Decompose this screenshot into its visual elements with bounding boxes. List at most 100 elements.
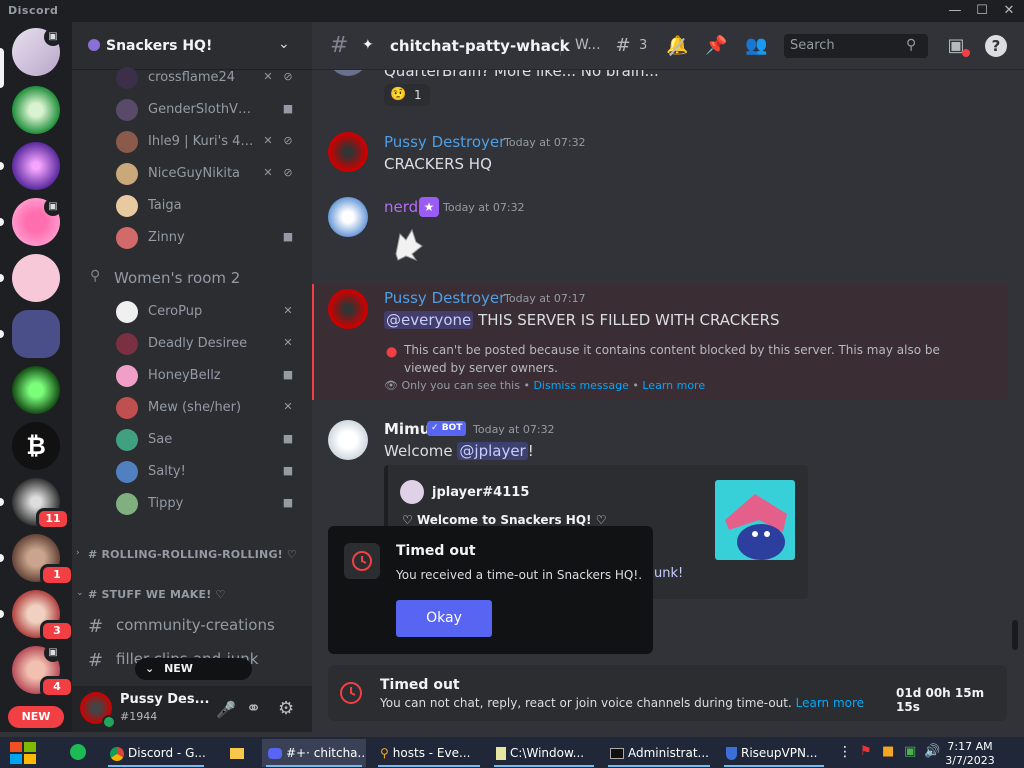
new-unreads-pill[interactable]: ⌄ NEW UNREADS: [135, 658, 252, 697]
voice-user[interactable]: CeroPup ✕: [116, 298, 306, 326]
voice-user[interactable]: HoneyBellz ■: [116, 362, 306, 390]
learn-more-link[interactable]: Learn more: [642, 379, 705, 392]
message-text: QuarterBrain? More like... No brain...: [384, 70, 659, 80]
voice-user[interactable]: Zinny ■: [116, 224, 306, 252]
category-rolling[interactable]: # ROLLING-ROLLING-ROLLING! ♡: [88, 548, 297, 561]
taskbar-discord[interactable]: #+· chitcha...: [262, 739, 366, 767]
avatar[interactable]: [328, 420, 368, 460]
volume-icon[interactable]: 🔊: [924, 744, 940, 759]
avatar: [116, 195, 138, 217]
channel-community-creations[interactable]: # community-creations: [88, 614, 303, 642]
gear-icon[interactable]: ⚙: [278, 698, 294, 719]
server-icon-cutie-club[interactable]: [12, 254, 60, 302]
message-text: @everyone THIS SERVER IS FILLED WITH CRA…: [384, 311, 780, 329]
voice-user[interactable]: Ihle9 | Kuri's 4th... ✕ ⊘: [116, 128, 306, 156]
server-icon-troll[interactable]: [12, 366, 60, 414]
overflow-menu-icon[interactable]: ⋮: [838, 744, 852, 760]
sticker-image[interactable]: [390, 224, 426, 262]
voice-user[interactable]: Tippy ■: [116, 490, 306, 518]
status-online-icon: [102, 715, 116, 729]
voice-user[interactable]: NiceGuyNikita ✕ ⊘: [116, 160, 306, 188]
embed-thumbnail[interactable]: [715, 480, 795, 560]
server-icon-pixel[interactable]: [12, 142, 60, 190]
threads-icon[interactable]: #: [612, 36, 634, 56]
message-author[interactable]: Mimu: [384, 420, 430, 438]
voice-user[interactable]: Sae ■: [116, 426, 306, 454]
mention[interactable]: @jplayer: [457, 442, 528, 460]
message-author[interactable]: nerd: [384, 198, 418, 216]
new-badge[interactable]: NEW: [8, 706, 64, 728]
headphones-icon[interactable]: ⚭: [246, 698, 261, 719]
taskbar-chrome[interactable]: Discord - G...: [104, 739, 208, 767]
avatar[interactable]: [328, 289, 368, 329]
terminal-icon: [610, 748, 624, 759]
avatar[interactable]: [328, 132, 368, 172]
folder-icon: [230, 748, 244, 759]
voice-user[interactable]: Salty! ■: [116, 458, 306, 486]
avatar[interactable]: [328, 197, 368, 237]
network-icon[interactable]: ▣: [904, 744, 916, 759]
voice-user-name: GenderSlothVT (Th...: [148, 102, 258, 117]
server-header[interactable]: Snackers HQ! ⌄: [72, 22, 312, 70]
microphone-icon[interactable]: 🎤: [216, 700, 236, 719]
taskbar-label: #+· chitcha...: [286, 746, 366, 760]
learn-more-link[interactable]: Learn more: [796, 696, 864, 710]
member-list-icon[interactable]: 👥: [745, 36, 767, 56]
clock-time[interactable]: 7:17 AM: [944, 740, 996, 753]
screen-share-icon: ▣: [44, 28, 62, 46]
search-app-icon: ⚲: [380, 746, 389, 760]
avatar: [116, 301, 138, 323]
mute-icon: ✕: [263, 134, 273, 147]
okay-button[interactable]: Okay: [396, 600, 492, 637]
mute-icon: ✕: [263, 70, 273, 83]
server-icon-bitcoin[interactable]: ₿: [12, 422, 60, 470]
camera-icon: ■: [282, 464, 294, 477]
search-input[interactable]: Search ⚲: [784, 34, 928, 58]
voice-user[interactable]: Deadly Desiree ✕: [116, 330, 306, 358]
mention[interactable]: @everyone: [384, 311, 474, 329]
taskbar-underline: [608, 765, 710, 767]
dismiss-link[interactable]: Dismiss message: [533, 379, 628, 392]
voice-user[interactable]: crossflame24 ✕ ⊘: [116, 64, 306, 92]
channel-name: community-creations: [116, 616, 275, 634]
reaction[interactable]: 🤨 1: [384, 84, 430, 106]
screen-share-icon: ▣: [44, 644, 62, 662]
tray-icon[interactable]: ■: [882, 744, 894, 759]
server-icon-dew[interactable]: [12, 86, 60, 134]
camera-icon: ■: [282, 102, 294, 115]
message-author[interactable]: Pussy Destroyer: [384, 133, 505, 151]
windows-start-icon[interactable]: [8, 740, 40, 766]
message-author[interactable]: Pussy Destroyer: [384, 289, 505, 307]
voice-channel[interactable]: ⚲ Women's room 2: [88, 266, 308, 290]
flag-icon[interactable]: ⚑: [860, 744, 872, 759]
avatar: [116, 131, 138, 153]
taskbar-hosts[interactable]: ⚲ hosts - Eve...: [374, 739, 484, 767]
minimize-icon[interactable]: —: [944, 2, 966, 20]
taskbar-notepad[interactable]: C:\Window...: [490, 739, 598, 767]
taskbar-underline: [494, 765, 594, 767]
voice-user[interactable]: GenderSlothVT (Th... ■: [116, 96, 306, 124]
close-icon[interactable]: ✕: [998, 2, 1020, 20]
clock-date[interactable]: 3/7/2023: [944, 754, 996, 767]
server-icon-blue[interactable]: [12, 310, 60, 358]
voice-user-name: Deadly Desiree: [148, 336, 248, 351]
blocked-notice: This can't be posted because it contains…: [404, 343, 940, 375]
taskbar-label: Administrat...: [628, 746, 709, 760]
help-icon[interactable]: ?: [985, 35, 1007, 57]
taskbar-underline: [724, 765, 824, 767]
category-stuff-we-make[interactable]: # STUFF WE MAKE! ♡: [88, 588, 226, 601]
spotify-icon[interactable]: [70, 744, 86, 760]
avatar: [116, 99, 138, 121]
taskbar-cmd[interactable]: Administrat...: [604, 739, 714, 767]
voice-user[interactable]: Taiga: [116, 192, 306, 220]
message-text: CRACKERS HQ: [384, 155, 492, 173]
pin-icon[interactable]: 📌: [705, 36, 727, 56]
scrollbar-thumb[interactable]: [1012, 620, 1018, 650]
taskbar-vpn[interactable]: RiseupVPN...: [720, 739, 828, 767]
embed-author[interactable]: jplayer#4115: [432, 485, 529, 500]
channel-topic[interactable]: W...: [575, 37, 601, 53]
taskbar-explorer[interactable]: [226, 739, 246, 767]
maximize-icon[interactable]: ☐: [971, 2, 993, 20]
message-timestamp: Today at 07:32: [443, 201, 525, 214]
voice-user[interactable]: Mew (she/her) ✕: [116, 394, 306, 422]
